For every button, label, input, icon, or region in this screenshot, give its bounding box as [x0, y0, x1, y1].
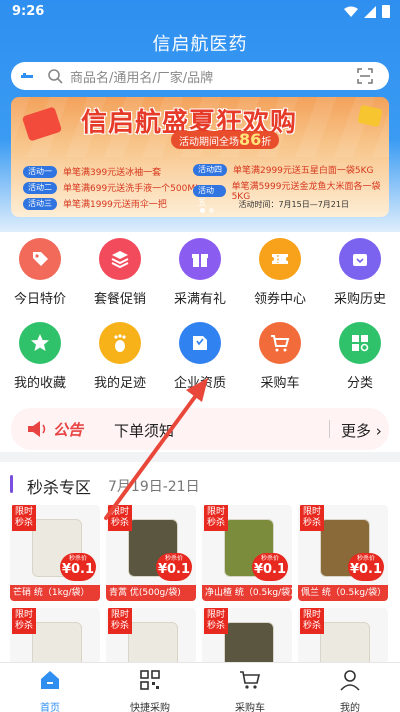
cart-icon — [240, 671, 261, 689]
activity-time: 活动时间：7月15日—7月21日 — [238, 200, 349, 209]
product-name: 青蒿 优(500g/袋) — [106, 585, 196, 601]
menu-item-coupon-center[interactable]: 领券中心 — [240, 238, 320, 307]
status-bar: 9:26 — [0, 0, 400, 24]
product-card[interactable]: 限时秒杀 — [106, 608, 196, 664]
flash-sale-title: 秒杀专区 — [27, 478, 92, 497]
search-icon — [48, 69, 63, 84]
activity-item: 活动一 单笔满399元送冰袖一套 — [23, 165, 161, 178]
certificate-icon — [179, 322, 221, 364]
battery-icon — [382, 5, 390, 18]
menu-item-cart[interactable]: 采购车 — [240, 322, 320, 391]
product-card[interactable]: 限时秒杀 秒杀价 ¥0.1 佩兰 统（0.5kg/袋） — [298, 505, 388, 601]
flash-seal: 限时秒杀 — [300, 608, 324, 634]
product-card[interactable]: 限时秒杀 — [10, 608, 100, 664]
scan-icon[interactable] — [357, 68, 373, 84]
price-badge: 秒杀价 ¥0.1 — [348, 553, 384, 581]
price-badge: 秒杀价 ¥0.1 — [156, 553, 192, 581]
logo-icon — [21, 73, 33, 78]
tag-icon — [19, 238, 61, 280]
flash-seal: 限时秒杀 — [12, 505, 36, 531]
layers-icon — [99, 238, 141, 280]
signal-icon — [364, 5, 376, 18]
product-image — [128, 622, 178, 664]
product-name: 芒硝 统（1kg/袋） — [10, 585, 100, 601]
home-icon — [41, 671, 59, 689]
activity-item: 活动二 单笔满699元送洗手液一个500ML — [23, 181, 200, 194]
menu-item-gift[interactable]: 采满有礼 — [160, 238, 240, 307]
product-image — [320, 622, 370, 664]
tab-quick-purchase[interactable]: 快捷采购 — [100, 669, 200, 712]
notice-divider — [329, 420, 330, 438]
carousel-dots[interactable] — [200, 208, 214, 213]
flash-seal: 限时秒杀 — [204, 608, 228, 634]
annotation-arrow — [104, 378, 208, 520]
promo-banner[interactable]: 信启航盛夏狂欢购 活动期间全场86折 活动一 单笔满399元送冰袖一套 活动二 单笔… — [11, 97, 389, 217]
star-icon — [19, 322, 61, 364]
user-icon — [340, 670, 360, 691]
flash-seal: 限时秒杀 — [108, 608, 132, 634]
product-card[interactable]: 限时秒杀 — [202, 608, 292, 664]
product-name: 净山楂 统（0.5kg/袋） — [202, 585, 292, 601]
product-card[interactable]: 限时秒杀 秒杀价 ¥0.1 净山楂 统（0.5kg/袋） — [202, 505, 292, 601]
product-name: 佩兰 统（0.5kg/袋） — [298, 585, 388, 601]
activity-item: 活动四 单笔满2999元送五星白面一袋5KG — [193, 163, 374, 176]
speaker-icon — [28, 421, 46, 437]
product-image — [32, 622, 82, 664]
product-image — [224, 622, 274, 664]
tab-profile[interactable]: 我的 — [300, 669, 400, 712]
bottom-tab-bar: 首页 快捷采购 采购车 我的 — [0, 662, 400, 712]
price-badge: 秒杀价 ¥0.1 — [252, 553, 288, 581]
status-time: 9:26 — [12, 4, 45, 19]
footprint-icon — [99, 322, 141, 364]
menu-item-package-promo[interactable]: 套餐促销 — [80, 238, 160, 307]
bag-icon — [339, 238, 381, 280]
price-badge: 秒杀价 ¥0.1 — [60, 553, 96, 581]
wifi-icon — [344, 6, 358, 17]
app-title: 信启航医药 — [152, 34, 248, 55]
coupon-icon — [259, 238, 301, 280]
notice-more-link[interactable]: 更多 › — [341, 420, 382, 441]
product-card[interactable]: 限时秒杀 — [298, 608, 388, 664]
cart-icon — [259, 322, 301, 364]
tab-cart[interactable]: 采购车 — [200, 669, 300, 712]
flash-seal: 限时秒杀 — [12, 608, 36, 634]
tab-home[interactable]: 首页 — [0, 669, 100, 712]
menu-item-purchase-history[interactable]: 采购历史 — [320, 238, 400, 307]
activity-item: 活动三 单笔满1999元送雨伞一把 — [23, 197, 167, 210]
search-input[interactable]: 商品名/通用名/厂家/品牌 — [11, 62, 389, 90]
banner-subtitle: 活动期间全场86折 — [171, 131, 280, 149]
grid-icon — [339, 322, 381, 364]
flash-seal: 限时秒杀 — [300, 505, 324, 531]
menu-item-today-special[interactable]: 今日特价 — [0, 238, 80, 307]
section-accent-bar — [10, 475, 13, 493]
notice-badge: 公告 — [53, 421, 84, 439]
qrcode-icon — [140, 670, 160, 690]
menu-item-favorites[interactable]: 我的收藏 — [0, 322, 80, 391]
product-card[interactable]: 限时秒杀 秒杀价 ¥0.1 芒硝 统（1kg/袋） — [10, 505, 100, 601]
search-placeholder: 商品名/通用名/厂家/品牌 — [70, 71, 214, 86]
gift-icon — [179, 238, 221, 280]
menu-item-category[interactable]: 分类 — [320, 322, 400, 391]
